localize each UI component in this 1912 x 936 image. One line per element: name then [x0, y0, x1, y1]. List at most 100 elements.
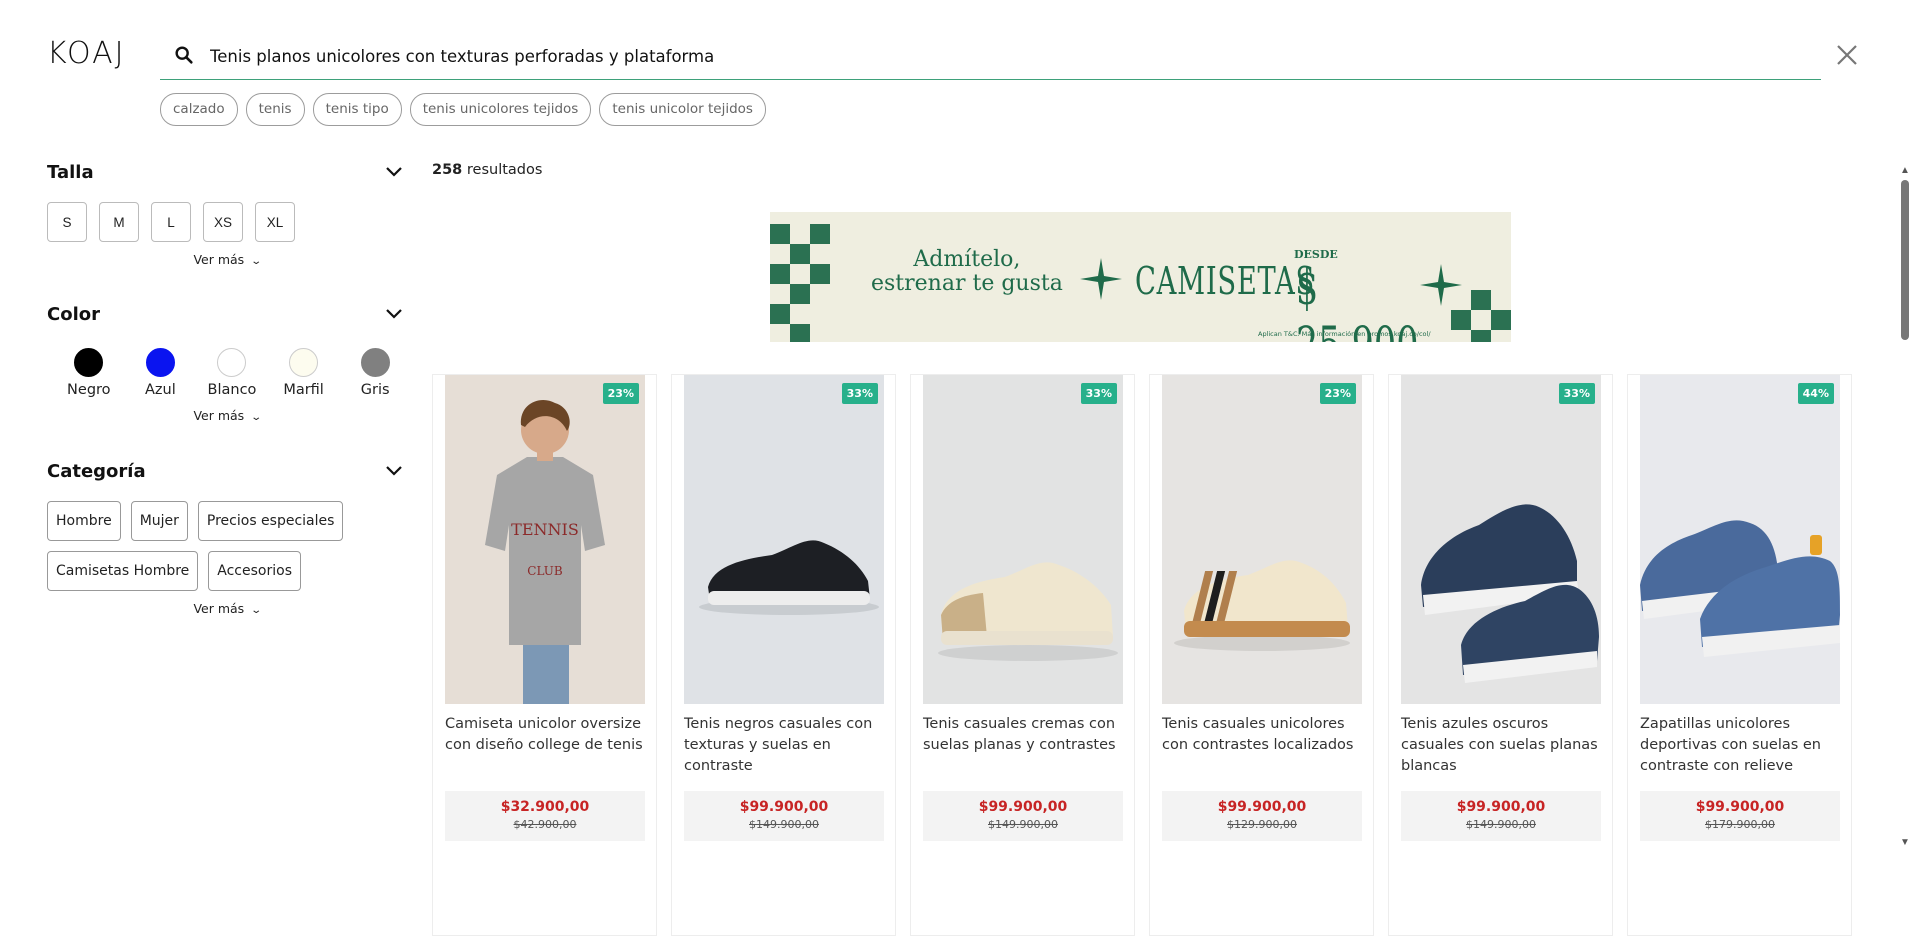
- filter-title: Color: [47, 303, 100, 325]
- size-option-s[interactable]: S: [47, 202, 87, 242]
- ver-mas-color[interactable]: Ver más ⌄: [47, 408, 407, 423]
- original-price: $149.900,00: [749, 818, 819, 831]
- product-image[interactable]: 33%: [684, 375, 884, 704]
- current-price: $99.900,00: [1456, 799, 1546, 815]
- banner-pattern: [770, 304, 790, 324]
- ver-mas-talla[interactable]: Ver más ⌄: [47, 252, 407, 267]
- price-box: $99.900,00 $149.900,00: [1401, 791, 1601, 841]
- banner-tagline-2: estrenar te gusta: [871, 271, 1063, 296]
- price-box: $99.900,00 $149.900,00: [684, 791, 884, 841]
- chevron-down-icon: [386, 167, 402, 177]
- ver-mas-label: Ver más: [193, 408, 245, 423]
- results-count: 258 resultados: [432, 162, 542, 178]
- star-icon: [1080, 258, 1122, 300]
- product-card[interactable]: TENNIS CLUB 23% Camiseta unicolor oversi…: [432, 374, 657, 936]
- product-card[interactable]: 33% Tenis azules oscuros casuales con su…: [1388, 374, 1613, 936]
- category-option-camisetas-hombre[interactable]: Camisetas Hombre: [47, 551, 199, 591]
- koaj-logo[interactable]: KOAJ: [47, 36, 126, 71]
- size-option-m[interactable]: M: [99, 202, 139, 242]
- color-swatch: [360, 348, 390, 377]
- search-input[interactable]: [206, 40, 1814, 72]
- size-option-xl[interactable]: XL: [255, 202, 295, 242]
- ver-mas-categoria[interactable]: Ver más ⌄: [47, 601, 407, 616]
- product-name[interactable]: Tenis casuales cremas con suelas planas …: [923, 714, 1128, 756]
- product-card[interactable]: 44% Zapatillas unicolores deportivas con…: [1627, 374, 1852, 936]
- current-price: $99.900,00: [1217, 799, 1307, 815]
- color-label: Blanco: [207, 382, 257, 398]
- size-option-xs[interactable]: XS: [203, 202, 243, 242]
- filter-categoria: Categoría Hombre Mujer Precios especiale…: [47, 459, 403, 616]
- banner-pattern: [1471, 330, 1491, 342]
- banner-pattern: [770, 264, 790, 284]
- star-icon: [1420, 264, 1462, 306]
- product-image[interactable]: 44%: [1640, 375, 1840, 704]
- size-option-l[interactable]: L: [151, 202, 191, 242]
- discount-badge: 33%: [1080, 383, 1117, 404]
- price-box: $99.900,00 $149.900,00: [923, 791, 1123, 841]
- scroll-down-icon[interactable]: ▼: [1900, 837, 1910, 848]
- banner-legal: Aplican T&C. Más información en promos.k…: [1258, 330, 1431, 338]
- color-label: Azul: [145, 382, 176, 398]
- product-card[interactable]: 23% Tenis casuales unicolores con contra…: [1149, 374, 1374, 936]
- suggestion-chip[interactable]: tenis unicolores tejidos: [409, 93, 592, 126]
- category-option-accesorios[interactable]: Accesorios: [208, 551, 301, 591]
- svg-text:CLUB: CLUB: [527, 564, 563, 578]
- banner-headline: CAMISETAS: [1135, 259, 1315, 303]
- current-price: $99.900,00: [1695, 799, 1785, 815]
- color-swatch: [289, 348, 319, 377]
- product-name[interactable]: Zapatillas unicolores deportivas con sue…: [1640, 714, 1845, 777]
- color-swatch: [217, 348, 247, 377]
- shoe-image-icon: [1421, 504, 1599, 683]
- discount-badge: 23%: [1319, 383, 1356, 404]
- price-box: $99.900,00 $129.900,00: [1162, 791, 1362, 841]
- original-price: $129.900,00: [1227, 818, 1297, 831]
- product-image[interactable]: 33%: [1401, 375, 1601, 704]
- svg-text:TENNIS: TENNIS: [511, 520, 579, 539]
- color-option-gris[interactable]: Gris: [347, 348, 403, 398]
- current-price: $99.900,00: [978, 799, 1068, 815]
- scroll-up-icon[interactable]: ▲: [1900, 165, 1910, 176]
- banner-pattern: [770, 224, 790, 244]
- product-image[interactable]: TENNIS CLUB 23%: [445, 375, 645, 704]
- suggestion-chip[interactable]: tenis: [245, 93, 305, 126]
- color-option-negro[interactable]: Negro: [61, 348, 117, 398]
- filter-categoria-header[interactable]: Categoría: [47, 459, 403, 483]
- product-name[interactable]: Tenis negros casuales con texturas y sue…: [684, 714, 889, 777]
- suggestion-chip[interactable]: tenis tipo: [312, 93, 402, 126]
- filter-color-header[interactable]: Color: [47, 302, 403, 326]
- close-icon[interactable]: [1836, 44, 1858, 66]
- product-name[interactable]: Tenis casuales unicolores con contrastes…: [1162, 714, 1367, 756]
- chevron-down-icon: ⌄: [250, 412, 263, 423]
- filter-talla: Talla S M L XS XL Ver más ⌄: [47, 160, 403, 267]
- suggestion-chip[interactable]: tenis unicolor tejidos: [599, 93, 766, 126]
- product-name[interactable]: Camiseta unicolor oversize con diseño co…: [445, 714, 650, 756]
- color-option-blanco[interactable]: Blanco: [204, 348, 260, 398]
- promo-banner[interactable]: Admítelo, estrenar te gusta CAMISETAS DE…: [770, 212, 1511, 342]
- discount-badge: 23%: [602, 383, 639, 404]
- product-card[interactable]: 33% Tenis negros casuales con texturas y…: [671, 374, 896, 936]
- shoe-image-icon: [1174, 560, 1350, 651]
- product-card[interactable]: 33% Tenis casuales cremas con suelas pla…: [910, 374, 1135, 936]
- chevron-down-icon: [386, 309, 402, 319]
- results-number: 258: [432, 162, 463, 178]
- original-price: $179.900,00: [1705, 818, 1775, 831]
- product-image[interactable]: 23%: [1162, 375, 1362, 704]
- category-option-mujer[interactable]: Mujer: [130, 501, 188, 541]
- color-option-marfil[interactable]: Marfil: [276, 348, 332, 398]
- filter-color: Color Negro Azul Blanco Marfil Gris Ver …: [47, 302, 403, 423]
- product-image[interactable]: 33%: [923, 375, 1123, 704]
- scroll-thumb[interactable]: [1901, 180, 1909, 340]
- filter-talla-header[interactable]: Talla: [47, 160, 403, 184]
- color-option-azul[interactable]: Azul: [133, 348, 189, 398]
- original-price: $149.900,00: [1466, 818, 1536, 831]
- category-option-hombre[interactable]: Hombre: [47, 501, 121, 541]
- banner-pattern: [790, 244, 810, 264]
- scrollbar[interactable]: ▲ ▼: [1896, 165, 1912, 848]
- category-option-precios-especiales[interactable]: Precios especiales: [197, 501, 344, 541]
- product-name[interactable]: Tenis azules oscuros casuales con suelas…: [1401, 714, 1606, 777]
- search-icon: [175, 46, 193, 64]
- color-label: Gris: [360, 382, 390, 398]
- current-price: $99.900,00: [739, 799, 829, 815]
- price-box: $99.900,00 $179.900,00: [1640, 791, 1840, 841]
- suggestion-chip[interactable]: calzado: [160, 93, 238, 126]
